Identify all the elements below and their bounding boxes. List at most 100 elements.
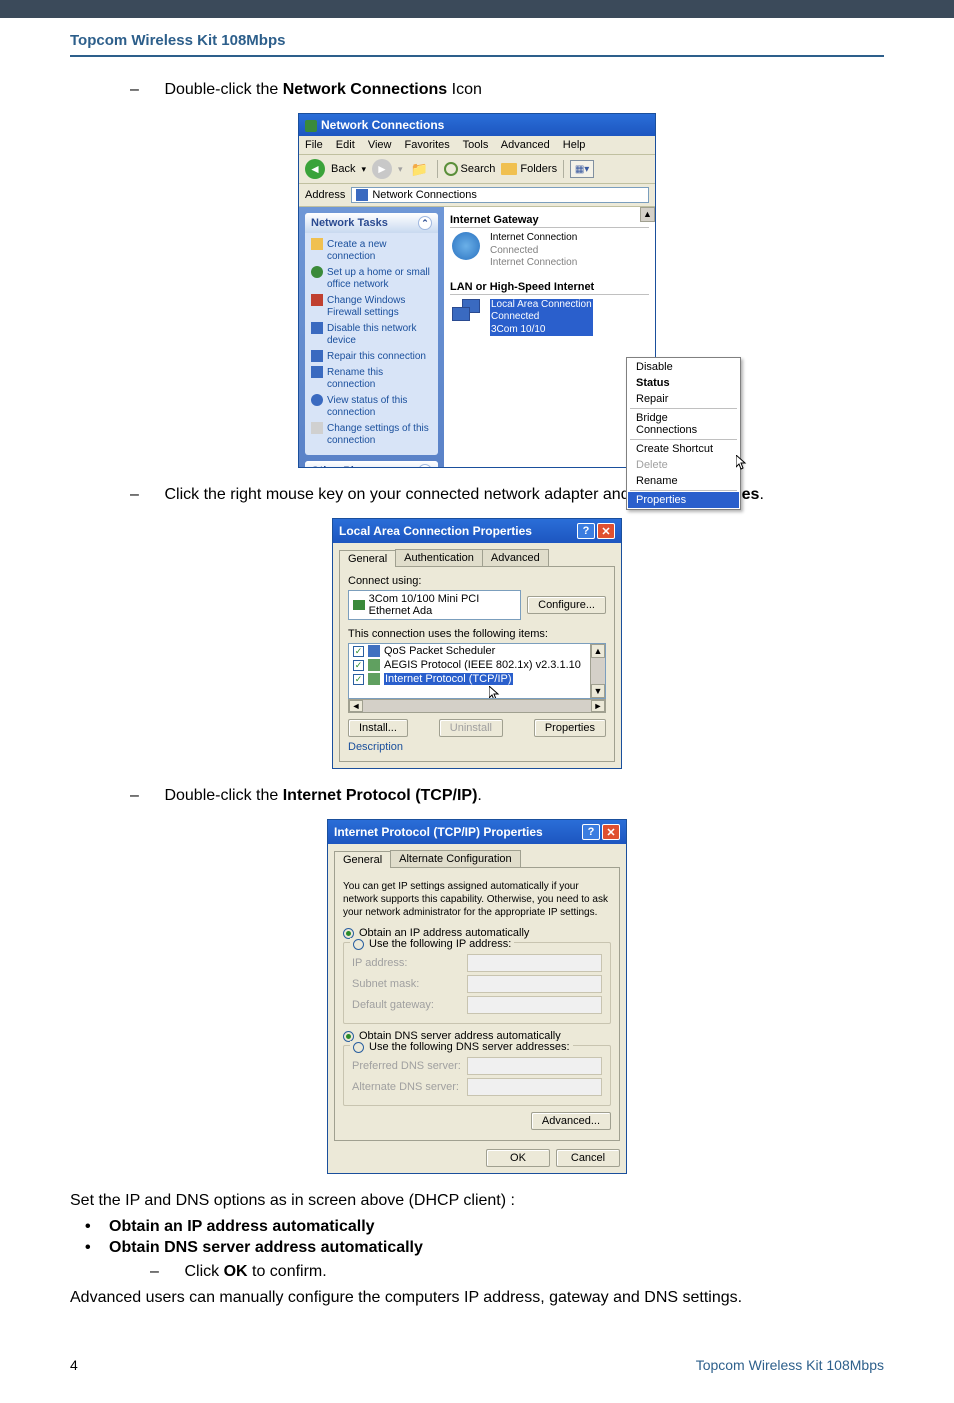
tab-alternate[interactable]: Alternate Configuration <box>390 850 521 867</box>
scroll-up-icon[interactable]: ▲ <box>591 644 605 658</box>
cursor-icon <box>736 455 748 471</box>
nc-addr-icon <box>356 189 368 201</box>
local-area-connection-item[interactable]: Local Area Connection Connected 3Com 10/… <box>452 299 649 337</box>
task-view-status[interactable]: View status of this connection <box>311 393 432 421</box>
bullet-obtain-dns: Obtain DNS server address automatically <box>109 1239 423 1256</box>
ctx-repair[interactable]: Repair <box>628 391 739 407</box>
collapse-icon[interactable]: ⌃ <box>418 216 432 230</box>
task-firewall[interactable]: Change Windows Firewall settings <box>311 293 432 321</box>
document-header: Topcom Wireless Kit 108Mbps <box>70 28 884 57</box>
vertical-scrollbar[interactable]: ▲▼ <box>590 644 605 698</box>
menu-edit[interactable]: Edit <box>336 139 355 151</box>
scroll-right-icon[interactable]: ► <box>591 700 605 712</box>
ok-button[interactable]: OK <box>486 1149 550 1167</box>
close-button[interactable]: ✕ <box>597 523 615 539</box>
ctx-delete: Delete <box>628 457 739 473</box>
task-setup-network[interactable]: Set up a home or small office network <box>311 265 432 293</box>
ctx-disable[interactable]: Disable <box>628 359 739 375</box>
tcp-info-text: You can get IP settings assigned automat… <box>343 880 611 919</box>
tab-general[interactable]: General <box>334 851 391 868</box>
connections-main: ▲ Internet Gateway Internet Connection C… <box>444 207 655 467</box>
item-tcpip[interactable]: ✓Internet Protocol (TCP/IP) <box>349 672 605 686</box>
folders-button[interactable]: Folders <box>501 163 557 175</box>
new-connection-icon <box>311 238 323 250</box>
menu-advanced[interactable]: Advanced <box>501 139 550 151</box>
menu-tools[interactable]: Tools <box>463 139 489 151</box>
cancel-button[interactable]: Cancel <box>556 1149 620 1167</box>
dns-group: Use the following DNS server addresses: … <box>343 1045 611 1106</box>
back-label[interactable]: Back <box>331 163 355 175</box>
ctx-bridge[interactable]: Bridge Connections <box>628 410 739 438</box>
views-button[interactable]: ▦▾ <box>570 160 594 178</box>
search-button[interactable]: Search <box>444 162 496 176</box>
items-listbox[interactable]: ✓QoS Packet Scheduler ✓AEGIS Protocol (I… <box>348 643 606 699</box>
scroll-up-button[interactable]: ▲ <box>640 207 655 222</box>
configure-button[interactable]: Configure... <box>527 596 606 614</box>
radio-off-icon <box>353 1042 364 1053</box>
side-panel: Network Tasks ⌃ Create a new connection … <box>299 207 444 467</box>
horizontal-scrollbar[interactable]: ◄► <box>348 699 606 713</box>
tcpip-icon <box>368 673 380 685</box>
internet-connection-item[interactable]: Internet Connection Connected Internet C… <box>452 232 649 270</box>
lac-titlebar[interactable]: Local Area Connection Properties ? ✕ <box>333 519 621 543</box>
lac-title: Local Area Connection Properties <box>339 524 532 538</box>
scroll-down-icon[interactable]: ▼ <box>591 684 605 698</box>
substep-ok: – Click OK to confirm. <box>150 1263 884 1281</box>
item-qos[interactable]: ✓QoS Packet Scheduler <box>349 644 605 658</box>
task-repair[interactable]: Repair this connection <box>311 349 432 365</box>
ctx-shortcut[interactable]: Create Shortcut <box>628 441 739 457</box>
ctx-status[interactable]: Status <box>628 375 739 391</box>
back-icon[interactable]: ◄ <box>305 159 325 179</box>
radio-use-dns[interactable]: Use the following DNS server addresses: <box>350 1041 573 1053</box>
other-places-header[interactable]: Other Places ⌃ <box>305 461 438 467</box>
menu-file[interactable]: File <box>305 139 323 151</box>
checkbox-icon[interactable]: ✓ <box>353 674 364 685</box>
footer: 4 Topcom Wireless Kit 108Mbps <box>70 1357 884 1373</box>
checkbox-icon[interactable]: ✓ <box>353 660 364 671</box>
task-change-settings[interactable]: Change settings of this connection <box>311 421 432 449</box>
item-aegis[interactable]: ✓AEGIS Protocol (IEEE 802.1x) v2.3.1.10 <box>349 658 605 672</box>
folder-icon <box>501 163 517 175</box>
menu-view[interactable]: View <box>368 139 392 151</box>
close-button[interactable]: ✕ <box>602 824 620 840</box>
address-label: Address <box>305 189 345 201</box>
tcp-titlebar[interactable]: Internet Protocol (TCP/IP) Properties ? … <box>328 820 626 844</box>
task-disable-device[interactable]: Disable this network device <box>311 321 432 349</box>
task-create-connection[interactable]: Create a new connection <box>311 237 432 265</box>
forward-icon[interactable]: ► <box>372 159 392 179</box>
radio-use-ip[interactable]: Use the following IP address: <box>350 938 514 950</box>
dhcp-instruction: Set the IP and DNS options as in screen … <box>70 1192 884 1210</box>
items-label: This connection uses the following items… <box>348 628 606 640</box>
up-folder-icon[interactable]: 📁 <box>409 159 431 179</box>
install-button[interactable]: Install... <box>348 719 408 737</box>
advanced-button[interactable]: Advanced... <box>531 1112 611 1130</box>
collapse-icon-2[interactable]: ⌃ <box>418 464 432 467</box>
menu-help[interactable]: Help <box>563 139 586 151</box>
menu-favorites[interactable]: Favorites <box>405 139 450 151</box>
address-input[interactable]: Network Connections <box>351 187 649 203</box>
checkbox-icon[interactable]: ✓ <box>353 646 364 657</box>
scroll-left-icon[interactable]: ◄ <box>349 700 363 712</box>
tab-authentication[interactable]: Authentication <box>395 549 483 566</box>
firewall-icon <box>311 294 323 306</box>
task-rename[interactable]: Rename this connection <box>311 365 432 393</box>
address-value: Network Connections <box>372 189 477 201</box>
nc-titlebar[interactable]: Network Connections <box>299 114 655 136</box>
tab-general[interactable]: General <box>339 550 396 567</box>
step-1-post: Icon <box>447 81 482 98</box>
step-1: – Double-click the Network Connections I… <box>130 81 884 99</box>
page-number: 4 <box>70 1357 78 1373</box>
context-menu: Disable Status Repair Bridge Connections… <box>626 357 741 510</box>
ctx-properties[interactable]: Properties <box>628 492 739 508</box>
menubar: File Edit View Favorites Tools Advanced … <box>299 136 655 155</box>
advanced-note: Advanced users can manually configure th… <box>70 1289 884 1307</box>
help-button[interactable]: ? <box>577 523 595 539</box>
help-button[interactable]: ? <box>582 824 600 840</box>
ctx-rename[interactable]: Rename <box>628 473 739 489</box>
properties-button[interactable]: Properties <box>534 719 606 737</box>
gateway-input <box>467 996 602 1014</box>
nc-title: Network Connections <box>321 118 444 132</box>
network-tasks-header[interactable]: Network Tasks ⌃ <box>305 213 438 233</box>
lac-properties-dialog: Local Area Connection Properties ? ✕ Gen… <box>332 518 622 769</box>
tab-advanced[interactable]: Advanced <box>482 549 549 566</box>
